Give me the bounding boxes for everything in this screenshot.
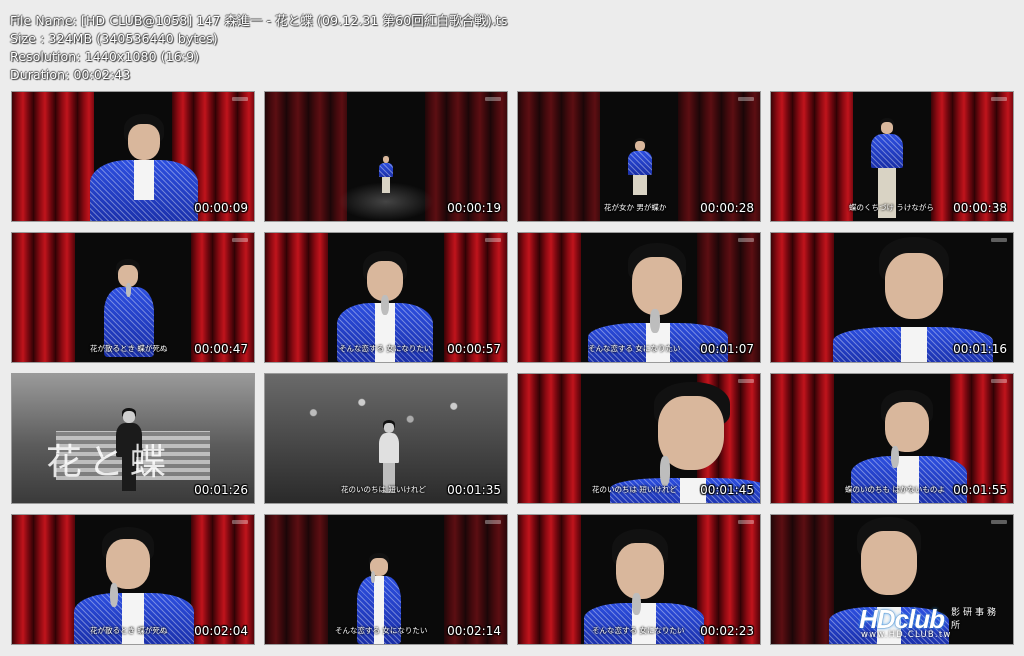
stage-curtain	[771, 92, 854, 221]
timestamp-label: 00:01:55	[953, 483, 1007, 497]
stage-curtain	[265, 515, 328, 644]
timestamp-label: 00:01:35	[447, 483, 501, 497]
subtitle-text: 蝶のくちづけ うけながら	[849, 203, 934, 212]
timestamp-label: 00:02:14	[447, 624, 501, 638]
stage-curtain	[771, 374, 834, 503]
stage-curtain	[265, 233, 328, 362]
timestamp-label: 00:01:26	[194, 483, 248, 497]
timestamp-label: 00:00:57	[447, 342, 501, 356]
thumbnail-14[interactable]: そんな恋する 女になりたい 00:02:14	[264, 514, 508, 645]
subtitle-text: 花が女か 男が蝶か	[604, 203, 667, 212]
hdclub-watermark: HDclub 影研事務所 www.HD.CLUB.tw	[859, 602, 1005, 640]
timestamp-label: 00:01:16	[953, 342, 1007, 356]
broadcaster-logo-icon	[738, 379, 754, 383]
thumbnail-3[interactable]: 花が女か 男が蝶か 00:00:28	[517, 91, 761, 222]
stage-curtain	[12, 515, 75, 644]
broadcaster-logo-icon	[738, 238, 754, 242]
stage-curtain	[265, 92, 348, 221]
thumbnail-4[interactable]: 蝶のくちづけ うけながら 00:00:38	[770, 91, 1014, 222]
hdclub-logo-kanji: 影研事務所	[951, 608, 1000, 631]
stage-curtain	[518, 374, 581, 503]
stage-curtain	[12, 92, 95, 221]
thumbnail-12[interactable]: 蝶のいのちも はかないものよ 00:01:55	[770, 373, 1014, 504]
subtitle-text: そんな恋する 女になりたい	[592, 626, 685, 635]
thumbnail-9[interactable]: 花と蝶 00:01:26	[11, 373, 255, 504]
thumbnail-11[interactable]: 花のいのちは 短いけれど 00:01:45	[517, 373, 761, 504]
subtitle-text: 花が散るとき 蝶が死ぬ	[90, 344, 168, 353]
subtitle-text: そんな恋する 女になりたい	[339, 344, 432, 353]
broadcaster-logo-icon	[232, 238, 248, 242]
timestamp-label: 00:01:45	[700, 483, 754, 497]
timestamp-label: 00:00:09	[194, 201, 248, 215]
subtitle-text: 花が散るとき 蝶が死ぬ	[90, 626, 168, 635]
file-size-text: Size : 324MB (340536440 bytes)	[10, 31, 218, 46]
broadcaster-logo-icon	[232, 97, 248, 101]
broadcaster-logo-icon	[991, 97, 1007, 101]
timestamp-label: 00:00:38	[953, 201, 1007, 215]
thumbnail-13[interactable]: 花が散るとき 蝶が死ぬ 00:02:04	[11, 514, 255, 645]
thumbnail-6[interactable]: そんな恋する 女になりたい 00:00:57	[264, 232, 508, 363]
hdclub-logo-url: www.HD.CLUB.tw	[861, 630, 952, 640]
timestamp-label: 00:00:19	[447, 201, 501, 215]
stage-curtain	[518, 233, 581, 362]
timestamp-label: 00:00:47	[194, 342, 248, 356]
thumbnail-5[interactable]: 花が散るとき 蝶が死ぬ 00:00:47	[11, 232, 255, 363]
stage-curtain	[518, 515, 581, 644]
timestamp-label: 00:00:28	[700, 201, 754, 215]
thumbnail-16[interactable]: HDclub 影研事務所 www.HD.CLUB.tw	[770, 514, 1014, 645]
thumbnail-8[interactable]: 00:01:16	[770, 232, 1014, 363]
subtitle-text: 蝶のいのちも はかないものよ	[845, 485, 945, 494]
subtitle-text: そんな恋する 女になりたい	[335, 626, 428, 635]
broadcaster-logo-icon	[485, 238, 501, 242]
stage-curtain	[12, 233, 75, 362]
subtitle-text: そんな恋する 女になりたい	[588, 344, 681, 353]
broadcaster-logo-icon	[485, 97, 501, 101]
subtitle-text: 花のいのちは 短いけれど	[341, 485, 426, 494]
stage-curtain	[771, 233, 834, 362]
stage-curtain	[518, 92, 601, 221]
broadcaster-logo-icon	[991, 238, 1007, 242]
thumbnail-grid: 00:00:09 00:00:19 花が女か 男が蝶か 00:00:28 蝶のく…	[11, 91, 1015, 648]
thumbnail-2[interactable]: 00:00:19	[264, 91, 508, 222]
thumbnail-7[interactable]: そんな恋する 女になりたい 00:01:07	[517, 232, 761, 363]
timestamp-label: 00:02:04	[194, 624, 248, 638]
broadcaster-logo-icon	[232, 520, 248, 524]
file-name-text: File Name: [HD CLUB@1058] 147 森進一 - 花と蝶 …	[10, 13, 508, 28]
broadcaster-logo-icon	[991, 379, 1007, 383]
broadcaster-logo-icon	[991, 520, 1007, 524]
thumbnail-1[interactable]: 00:00:09	[11, 91, 255, 222]
broadcaster-logo-icon	[738, 97, 754, 101]
broadcaster-logo-icon	[738, 520, 754, 524]
subtitle-text: 花のいのちは 短いけれど	[592, 485, 677, 494]
resolution-text: Resolution: 1440x1080 (16:9)	[10, 49, 200, 64]
broadcaster-logo-icon	[485, 520, 501, 524]
archive-song-title: 花と蝶	[45, 441, 172, 483]
stage-curtain	[771, 515, 834, 644]
file-info-header: File Name: [HD CLUB@1058] 147 森進一 - 花と蝶 …	[10, 12, 508, 84]
duration-text: Duration: 00:02:43	[10, 67, 131, 82]
thumbnail-15[interactable]: そんな恋する 女になりたい 00:02:23	[517, 514, 761, 645]
thumbnail-10[interactable]: 花のいのちは 短いけれど 00:01:35	[264, 373, 508, 504]
timestamp-label: 00:02:23	[700, 624, 754, 638]
timestamp-label: 00:01:07	[700, 342, 754, 356]
